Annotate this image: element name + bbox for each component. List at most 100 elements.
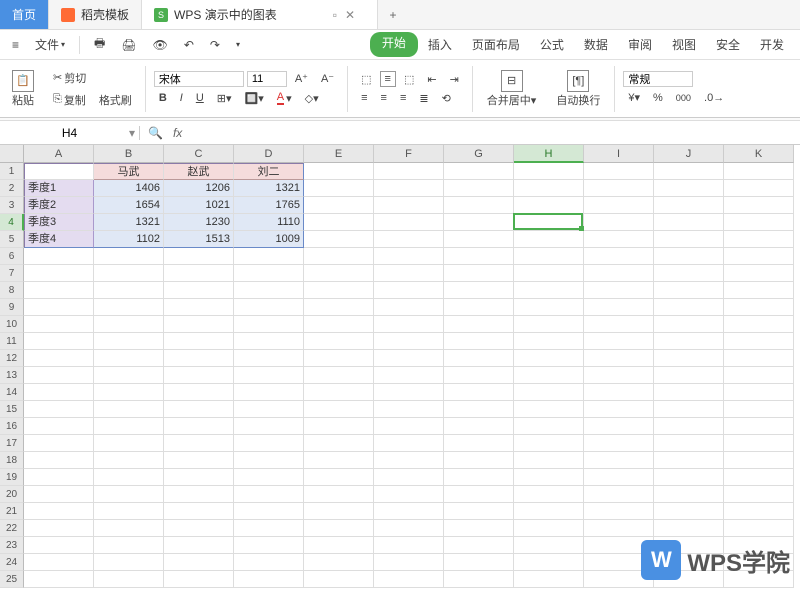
cell-A3[interactable]: 季度2 bbox=[24, 197, 94, 214]
row-header-15[interactable]: 15 bbox=[0, 401, 24, 418]
cell-K19[interactable] bbox=[724, 469, 794, 486]
cell-H6[interactable] bbox=[514, 248, 584, 265]
cell-J15[interactable] bbox=[654, 401, 724, 418]
cell-E12[interactable] bbox=[304, 350, 374, 367]
cell-D19[interactable] bbox=[234, 469, 304, 486]
cell-K20[interactable] bbox=[724, 486, 794, 503]
cell-I4[interactable] bbox=[584, 214, 654, 231]
cell-G3[interactable] bbox=[444, 197, 514, 214]
cell-F16[interactable] bbox=[374, 418, 444, 435]
cell-J7[interactable] bbox=[654, 265, 724, 282]
cell-D5[interactable]: 1009 bbox=[234, 231, 304, 248]
cell-C18[interactable] bbox=[164, 452, 234, 469]
cell-G19[interactable] bbox=[444, 469, 514, 486]
cell-K11[interactable] bbox=[724, 333, 794, 350]
cell-K2[interactable] bbox=[724, 180, 794, 197]
cell-F23[interactable] bbox=[374, 537, 444, 554]
cell-D24[interactable] bbox=[234, 554, 304, 571]
cell-E4[interactable] bbox=[304, 214, 374, 231]
italic-button[interactable]: I bbox=[175, 90, 188, 106]
cell-C4[interactable]: 1230 bbox=[164, 214, 234, 231]
cell-C7[interactable] bbox=[164, 265, 234, 282]
percent-icon[interactable]: % bbox=[648, 90, 668, 106]
number-format-select[interactable] bbox=[623, 71, 693, 87]
cell-G8[interactable] bbox=[444, 282, 514, 299]
print-icon[interactable]: 🖨 bbox=[115, 36, 142, 54]
cell-K9[interactable] bbox=[724, 299, 794, 316]
cell-F9[interactable] bbox=[374, 299, 444, 316]
cell-C24[interactable] bbox=[164, 554, 234, 571]
cells-area[interactable]: 马武赵武刘二季度1140612061321季度2165410211765季度31… bbox=[24, 163, 794, 588]
cell-D20[interactable] bbox=[234, 486, 304, 503]
cell-G9[interactable] bbox=[444, 299, 514, 316]
row-header-23[interactable]: 23 bbox=[0, 537, 24, 554]
cell-J16[interactable] bbox=[654, 418, 724, 435]
cell-E11[interactable] bbox=[304, 333, 374, 350]
select-all-corner[interactable] bbox=[0, 145, 24, 163]
cell-B20[interactable] bbox=[94, 486, 164, 503]
cell-D10[interactable] bbox=[234, 316, 304, 333]
cell-E2[interactable] bbox=[304, 180, 374, 197]
cell-I22[interactable] bbox=[584, 520, 654, 537]
cell-F6[interactable] bbox=[374, 248, 444, 265]
cell-J4[interactable] bbox=[654, 214, 724, 231]
align-right-icon[interactable]: ≡ bbox=[395, 90, 411, 106]
cell-J11[interactable] bbox=[654, 333, 724, 350]
cell-E21[interactable] bbox=[304, 503, 374, 520]
cell-F7[interactable] bbox=[374, 265, 444, 282]
cell-H11[interactable] bbox=[514, 333, 584, 350]
cell-C8[interactable] bbox=[164, 282, 234, 299]
row-header-1[interactable]: 1 bbox=[0, 163, 24, 180]
row-header-12[interactable]: 12 bbox=[0, 350, 24, 367]
cell-A21[interactable] bbox=[24, 503, 94, 520]
cell-J5[interactable] bbox=[654, 231, 724, 248]
font-select[interactable] bbox=[154, 71, 244, 87]
cell-B17[interactable] bbox=[94, 435, 164, 452]
cell-B11[interactable] bbox=[94, 333, 164, 350]
cell-K6[interactable] bbox=[724, 248, 794, 265]
cell-H10[interactable] bbox=[514, 316, 584, 333]
cell-B22[interactable] bbox=[94, 520, 164, 537]
row-header-5[interactable]: 5 bbox=[0, 231, 24, 248]
cell-A6[interactable] bbox=[24, 248, 94, 265]
row-header-9[interactable]: 9 bbox=[0, 299, 24, 316]
cell-E13[interactable] bbox=[304, 367, 374, 384]
undo-icon[interactable]: ↶ bbox=[178, 36, 200, 54]
tab-restore-icon[interactable]: ▫ bbox=[333, 8, 337, 22]
fx-icon[interactable]: fx bbox=[173, 126, 182, 140]
cell-H5[interactable] bbox=[514, 231, 584, 248]
row-header-16[interactable]: 16 bbox=[0, 418, 24, 435]
col-header-C[interactable]: C bbox=[164, 145, 234, 163]
cell-F25[interactable] bbox=[374, 571, 444, 588]
cell-F21[interactable] bbox=[374, 503, 444, 520]
cell-E23[interactable] bbox=[304, 537, 374, 554]
cell-D1[interactable]: 刘二 bbox=[234, 163, 304, 180]
cell-J20[interactable] bbox=[654, 486, 724, 503]
cell-E15[interactable] bbox=[304, 401, 374, 418]
row-header-22[interactable]: 22 bbox=[0, 520, 24, 537]
cell-F4[interactable] bbox=[374, 214, 444, 231]
format-painter-button[interactable]: 格式刷 bbox=[94, 90, 137, 110]
col-header-K[interactable]: K bbox=[724, 145, 794, 163]
cell-G22[interactable] bbox=[444, 520, 514, 537]
row-header-24[interactable]: 24 bbox=[0, 554, 24, 571]
row-header-11[interactable]: 11 bbox=[0, 333, 24, 350]
cell-K14[interactable] bbox=[724, 384, 794, 401]
cell-A22[interactable] bbox=[24, 520, 94, 537]
cell-D13[interactable] bbox=[234, 367, 304, 384]
cell-E19[interactable] bbox=[304, 469, 374, 486]
ribbon-tab-layout[interactable]: 页面布局 bbox=[462, 32, 530, 57]
col-header-J[interactable]: J bbox=[654, 145, 724, 163]
cell-H2[interactable] bbox=[514, 180, 584, 197]
cell-G4[interactable] bbox=[444, 214, 514, 231]
cell-K22[interactable] bbox=[724, 520, 794, 537]
cell-C25[interactable] bbox=[164, 571, 234, 588]
cell-D17[interactable] bbox=[234, 435, 304, 452]
cell-F17[interactable] bbox=[374, 435, 444, 452]
cell-I18[interactable] bbox=[584, 452, 654, 469]
cell-C2[interactable]: 1206 bbox=[164, 180, 234, 197]
cell-B18[interactable] bbox=[94, 452, 164, 469]
cell-E20[interactable] bbox=[304, 486, 374, 503]
indent-right-icon[interactable]: ⇥ bbox=[445, 71, 464, 88]
cell-G12[interactable] bbox=[444, 350, 514, 367]
